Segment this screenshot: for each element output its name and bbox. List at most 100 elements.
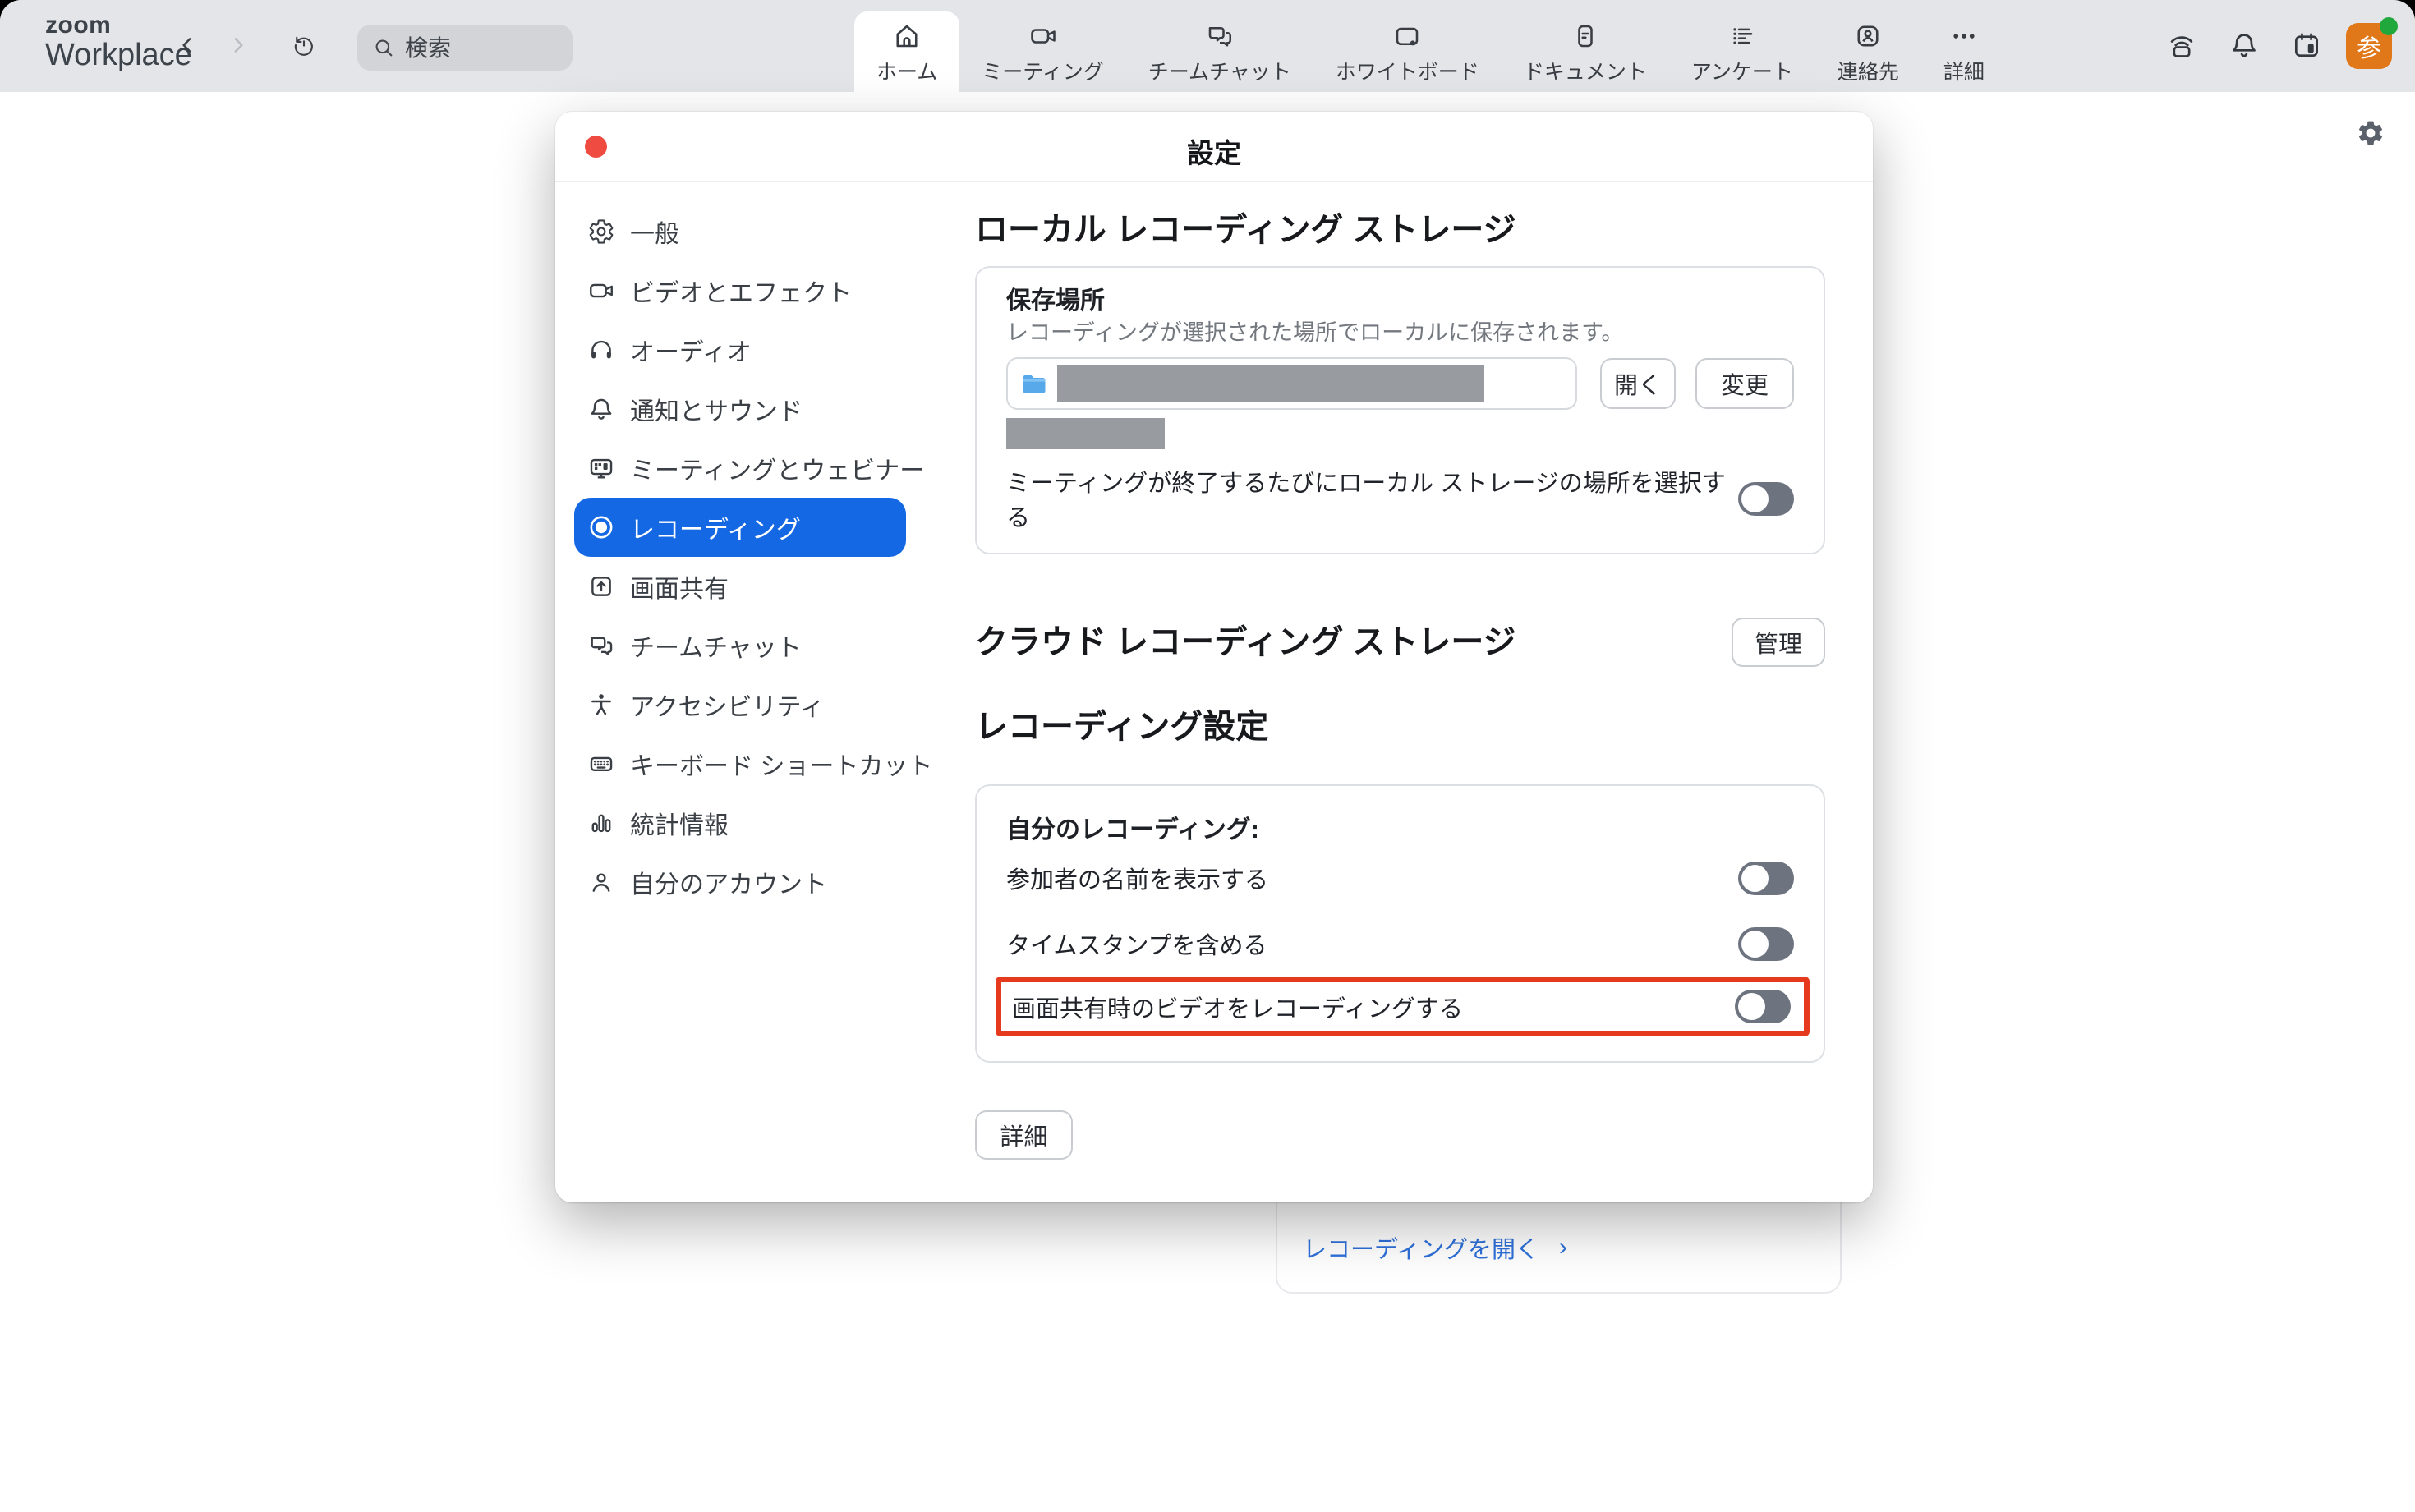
tab-label: 詳細 xyxy=(1944,62,1985,83)
sidebar-item-label: ビデオとエフェクト xyxy=(630,273,852,309)
sidebar-item-recording[interactable]: レコーディング xyxy=(574,498,906,557)
headphones-icon xyxy=(587,336,615,364)
bar-chart-icon xyxy=(587,809,615,837)
sidebar-item-label: 画面共有 xyxy=(630,568,729,604)
cloud-storage-heading: クラウド レコーディング ストレージ xyxy=(975,623,1516,662)
zoom-workplace-window: zoom Workplace ホーム xyxy=(0,0,2415,1512)
history-icon xyxy=(292,33,316,60)
record-video-during-share-row: 画面共有時のビデオをレコーディングする xyxy=(1012,982,1791,1031)
bell-icon xyxy=(587,395,615,423)
more-ellipsis-icon xyxy=(1949,21,1979,55)
sidebar-item-my-account[interactable]: 自分のアカウント xyxy=(574,853,906,912)
settings-dialog-header: 設定 xyxy=(555,112,1873,182)
details-button[interactable]: 詳細 xyxy=(975,1110,1073,1160)
show-participant-names-label: 参加者の名前を表示する xyxy=(1006,861,1268,895)
sidebar-item-keyboard-shortcuts[interactable]: キーボード ショートカット xyxy=(574,734,906,793)
include-timestamp-row: タイムスタンプを含める xyxy=(1006,911,1794,977)
screen: zoom Workplace ホーム xyxy=(0,0,2415,1512)
choose-location-row: ミーティングが終了するたびにローカル ストレージの場所を選択する xyxy=(1006,464,1794,533)
back-button[interactable] xyxy=(169,28,205,64)
tab-meetings[interactable]: ミーティング xyxy=(959,11,1126,92)
titlebar: zoom Workplace ホーム xyxy=(0,0,2415,92)
toggle-record-video-during-share[interactable] xyxy=(1735,990,1791,1023)
save-location-row: 開く 変更 xyxy=(1006,357,1794,410)
recording-settings-heading: レコーディング設定 xyxy=(975,707,1825,747)
meeting-screen-icon xyxy=(587,454,615,482)
tab-more[interactable]: 詳細 xyxy=(1921,11,2007,92)
folder-icon xyxy=(1019,369,1049,398)
document-icon xyxy=(1571,21,1600,55)
sidebar-item-label: チームチャット xyxy=(630,627,802,664)
calendar-button[interactable] xyxy=(2284,23,2330,69)
tab-contacts[interactable]: 連絡先 xyxy=(1815,11,1921,92)
person-icon xyxy=(587,868,615,896)
tab-surveys[interactable]: アンケート xyxy=(1669,11,1815,92)
dialog-title: 設定 xyxy=(555,131,1873,171)
tab-label: ミーティング xyxy=(982,62,1104,83)
titlebar-right-icons: 参 xyxy=(2159,0,2392,92)
notifications-button[interactable] xyxy=(2221,23,2267,69)
video-camera-icon xyxy=(1028,21,1058,55)
sidebar-item-accessibility[interactable]: アクセシビリティ xyxy=(574,675,906,734)
toggle-include-timestamp[interactable] xyxy=(1738,927,1794,961)
contact-card-icon xyxy=(1853,21,1883,55)
sidebar-item-label: 一般 xyxy=(630,214,679,250)
highlight-annotation: 画面共有時のビデオをレコーディングする xyxy=(996,977,1810,1036)
avatar[interactable]: 参 xyxy=(2346,23,2392,69)
chevron-right-icon xyxy=(226,33,251,60)
connect-device-button[interactable] xyxy=(2159,23,2205,69)
chat-bubbles-icon xyxy=(1205,21,1235,55)
sidebar-item-statistics[interactable]: 統計情報 xyxy=(574,793,906,853)
sidebar-item-general[interactable]: 一般 xyxy=(574,202,906,261)
history-button[interactable] xyxy=(286,28,322,64)
calendar-icon xyxy=(2291,30,2322,63)
tab-label: ホーム xyxy=(876,62,937,83)
settings-dialog-body: 一般 ビデオとエフェクト オーディオ 通知とサウンド xyxy=(555,182,1873,1202)
tab-label: チームチャット xyxy=(1148,62,1291,83)
open-recordings-link[interactable]: レコーディングを開く › xyxy=(1303,1230,1567,1265)
sidebar-item-audio[interactable]: オーディオ xyxy=(574,320,906,379)
search-icon xyxy=(372,36,395,59)
record-icon xyxy=(587,513,615,541)
sidebar-item-video-effects[interactable]: ビデオとエフェクト xyxy=(574,261,906,320)
tab-team-chat[interactable]: チームチャット xyxy=(1126,11,1313,92)
tab-docs[interactable]: ドキュメント xyxy=(1502,11,1669,92)
sidebar-item-label: レコーディング xyxy=(630,509,801,545)
toggle-choose-location[interactable] xyxy=(1738,482,1794,516)
local-storage-heading: ローカル レコーディング ストレージ xyxy=(975,210,1825,250)
page-settings-button[interactable] xyxy=(2356,118,2385,148)
sidebar-item-screen-share[interactable]: 画面共有 xyxy=(574,557,906,616)
home-icon xyxy=(892,21,922,55)
share-screen-icon xyxy=(587,572,615,600)
redacted-path xyxy=(1057,365,1484,402)
sidebar-item-label: オーディオ xyxy=(630,332,752,368)
tab-home[interactable]: ホーム xyxy=(854,11,959,92)
save-location-description: レコーディングが選択された場所でローカルに保存されます。 xyxy=(1006,320,1794,346)
forward-button[interactable] xyxy=(220,28,256,64)
include-timestamp-label: タイムスタンプを含める xyxy=(1006,926,1267,961)
toggle-show-participant-names[interactable] xyxy=(1738,862,1794,895)
recording-settings-card: 自分のレコーディング: 参加者の名前を表示する タイムスタンプを含める 画面共有… xyxy=(975,784,1825,1063)
chevron-right-icon: › xyxy=(1559,1234,1567,1262)
tab-label: アンケート xyxy=(1691,62,1793,83)
tab-label: 連絡先 xyxy=(1838,62,1899,83)
sidebar-item-meetings-webinars[interactable]: ミーティングとウェビナー xyxy=(574,439,906,498)
sidebar-item-label: キーボード ショートカット xyxy=(630,746,932,782)
sidebar-item-notifications-sound[interactable]: 通知とサウンド xyxy=(574,379,906,439)
tab-whiteboard[interactable]: ホワイトボード xyxy=(1313,11,1502,92)
settings-sidebar: 一般 ビデオとエフェクト オーディオ 通知とサウンド xyxy=(555,182,925,1202)
sidebar-item-label: 通知とサウンド xyxy=(630,391,803,427)
my-recordings-label: 自分のレコーディング: xyxy=(1006,809,1794,845)
search-input[interactable] xyxy=(403,25,563,72)
change-button[interactable]: 変更 xyxy=(1695,358,1794,409)
save-location-input[interactable] xyxy=(1006,357,1577,410)
search-box xyxy=(357,25,573,71)
cloud-storage-row: クラウド レコーディング ストレージ 管理 xyxy=(975,618,1825,667)
whiteboard-icon xyxy=(1392,21,1422,55)
bell-icon xyxy=(2229,30,2260,63)
open-button[interactable]: 開く xyxy=(1600,358,1676,409)
choose-location-label: ミーティングが終了するたびにローカル ストレージの場所を選択する xyxy=(1006,464,1738,533)
accessibility-icon xyxy=(587,691,615,719)
sidebar-item-team-chat[interactable]: チームチャット xyxy=(574,616,906,675)
manage-button[interactable]: 管理 xyxy=(1732,618,1825,667)
